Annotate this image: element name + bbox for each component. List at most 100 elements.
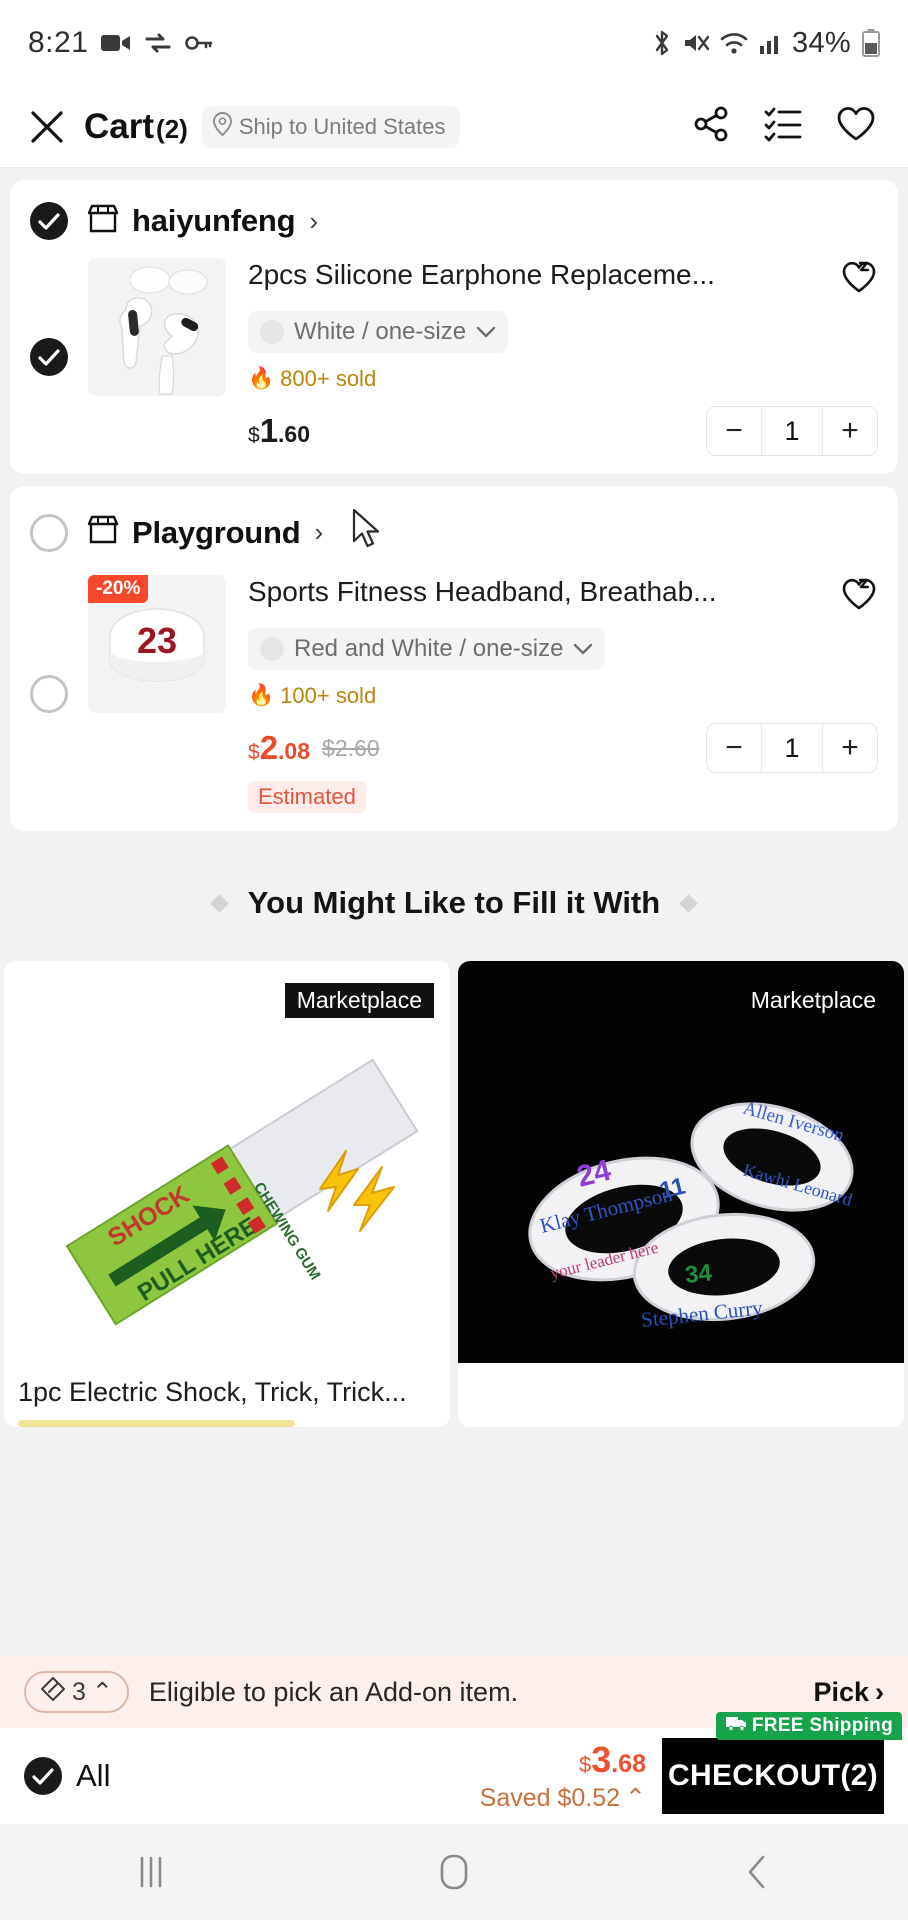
recommendation-card[interactable]: 24 Klay Thompson 11 Allen Iverson Kawhi …	[458, 961, 904, 1427]
quantity-increase-button[interactable]: +	[823, 407, 877, 455]
quantity-value[interactable]: 1	[761, 407, 823, 455]
item-select-checkbox[interactable]	[30, 338, 68, 376]
variant-selector[interactable]: White / one-size	[248, 311, 509, 353]
recommendations-grid: SHOCK PULL HERE CHEWING GUM Marketplace …	[0, 961, 908, 1427]
cart-item-count: (2)	[156, 113, 188, 144]
chevron-down-icon	[476, 318, 496, 346]
wishlist-heart-icon[interactable]	[836, 106, 876, 147]
order-list-icon[interactable]	[764, 106, 802, 147]
battery-percent: 34%	[792, 26, 851, 59]
chevron-down-icon	[573, 635, 593, 663]
store-header[interactable]: Playground ›	[30, 508, 878, 557]
recommendation-title[interactable]: 1pc Electric Shock, Trick, Trick...	[4, 1363, 450, 1408]
price-row: $2.08 $2.60 − 1 +	[248, 723, 878, 773]
quantity-stepper[interactable]: − 1 +	[706, 723, 878, 773]
cart-item: 2pcs Silicone Earphone Replaceme... Whit…	[30, 258, 878, 456]
free-shipping-label: FREE Shipping	[751, 1715, 893, 1736]
discount-badge: -20%	[88, 575, 149, 603]
flame-icon: 🔥	[248, 684, 275, 707]
close-icon[interactable]	[24, 104, 70, 150]
item-thumbnail-wrap[interactable]	[88, 258, 226, 396]
select-all-checkbox[interactable]	[24, 1757, 62, 1795]
chevron-up-icon: ⌃	[91, 1678, 113, 1706]
item-thumbnail-wrap[interactable]: -20% 23	[88, 575, 226, 713]
coupon-count-pill[interactable]: 3 ⌃	[24, 1671, 129, 1713]
item-title-row: Sports Fitness Headband, Breathab...	[248, 575, 878, 616]
item-title[interactable]: 2pcs Silicone Earphone Replaceme...	[248, 258, 840, 292]
price-integer: 2	[259, 729, 279, 766]
recommendation-card[interactable]: SHOCK PULL HERE CHEWING GUM Marketplace …	[4, 961, 450, 1427]
chevron-right-icon: ›	[309, 205, 319, 236]
item-title-row: 2pcs Silicone Earphone Replaceme...	[248, 258, 878, 299]
store-select-checkbox[interactable]	[30, 202, 68, 240]
store-card: haiyunfeng › 2pcs Silicone Earphone Repl…	[10, 180, 898, 474]
quantity-value[interactable]: 1	[761, 724, 823, 772]
marketplace-badge: Marketplace	[750, 987, 876, 1013]
status-bar-right: 34%	[652, 27, 880, 60]
quantity-decrease-button[interactable]: −	[707, 407, 761, 455]
pick-addon-button[interactable]: Pick ›	[813, 1677, 884, 1708]
price-currency: $	[248, 424, 260, 447]
electric-shock-gum-image[interactable]: SHOCK PULL HERE CHEWING GUM Marketplace	[4, 961, 450, 1363]
checkout-button[interactable]: FREE Shipping CHECKOUT(2)	[662, 1712, 902, 1814]
status-bar: 8:21 34%	[0, 0, 908, 86]
store-name[interactable]: Playground	[132, 515, 301, 551]
order-totals: $3.68 Saved $0.52 ⌃	[480, 1739, 662, 1813]
select-all-label: All	[76, 1758, 111, 1793]
sold-count: 🔥 100+ sold	[248, 683, 878, 709]
recents-icon[interactable]	[91, 1824, 211, 1920]
store-name[interactable]: haiyunfeng	[132, 203, 296, 239]
total-decimal: .68	[611, 1750, 646, 1778]
home-icon[interactable]	[394, 1824, 514, 1920]
chevron-right-icon: ›	[875, 1676, 884, 1707]
cellular-signal-icon	[759, 32, 781, 54]
recommendation-highlight-bar	[18, 1420, 295, 1427]
savings-row[interactable]: Saved $0.52 ⌃	[480, 1783, 646, 1813]
sold-count: 🔥 800+ sold	[248, 366, 878, 392]
diamond-decoration-icon	[679, 893, 698, 913]
basketball-wristbands-image[interactable]: 24 Klay Thompson 11 Allen Iverson Kawhi …	[458, 961, 904, 1363]
wifi-icon	[720, 31, 748, 55]
store-select-checkbox[interactable]	[30, 513, 68, 552]
variant-selector[interactable]: Red and White / one-size	[248, 628, 606, 670]
diamond-decoration-icon	[210, 893, 229, 913]
chevron-right-icon: ›	[314, 517, 324, 547]
heart-add-icon[interactable]	[840, 260, 878, 299]
total-integer: 3	[591, 1739, 612, 1780]
earphone-thumbnail[interactable]	[88, 258, 226, 396]
coupon-tag-icon	[40, 1676, 66, 1709]
status-bar-left: 8:21	[28, 26, 213, 60]
select-all-group[interactable]: All	[24, 1757, 110, 1795]
variant-label: Red and White / one-size	[294, 635, 564, 662]
bluetooth-icon	[652, 29, 672, 57]
sold-label: 100+ sold	[280, 683, 377, 708]
ship-to-button[interactable]: Ship to United States	[201, 105, 460, 148]
item-title[interactable]: Sports Fitness Headband, Breathab...	[248, 575, 840, 609]
item-select-wrap	[30, 675, 68, 713]
quantity-increase-button[interactable]: +	[823, 724, 877, 772]
delivery-truck-icon	[725, 1715, 747, 1737]
store-header[interactable]: haiyunfeng ›	[30, 202, 878, 240]
status-time: 8:21	[28, 26, 89, 59]
price-decimal: .60	[278, 421, 311, 447]
item-select-checkbox[interactable]	[30, 675, 68, 713]
svg-text:34: 34	[684, 1259, 714, 1289]
estimated-badge: Estimated	[248, 781, 366, 813]
variant-color-swatch	[260, 320, 284, 344]
battery-icon	[862, 29, 880, 57]
share-icon[interactable]	[692, 105, 730, 148]
store-card: Playground › -20% 23 Sports Fitness Head…	[10, 486, 898, 831]
total-price: $3.68	[480, 1739, 646, 1781]
recommendations-title: You Might Like to Fill it With	[247, 885, 661, 920]
quantity-stepper[interactable]: − 1 +	[706, 406, 878, 456]
page-title: Cart (2)	[84, 107, 188, 147]
back-icon[interactable]	[697, 1824, 817, 1920]
quantity-decrease-button[interactable]: −	[707, 724, 761, 772]
savings-label: Saved $0.52	[479, 1783, 621, 1812]
item-details: Sports Fitness Headband, Breathab... Red…	[248, 575, 878, 813]
cart-content: haiyunfeng › 2pcs Silicone Earphone Repl…	[0, 180, 908, 1427]
price-currency: $	[248, 741, 260, 764]
page-title-text: Cart	[84, 106, 155, 146]
total-currency: $	[578, 1752, 592, 1777]
heart-add-icon[interactable]	[840, 577, 878, 616]
